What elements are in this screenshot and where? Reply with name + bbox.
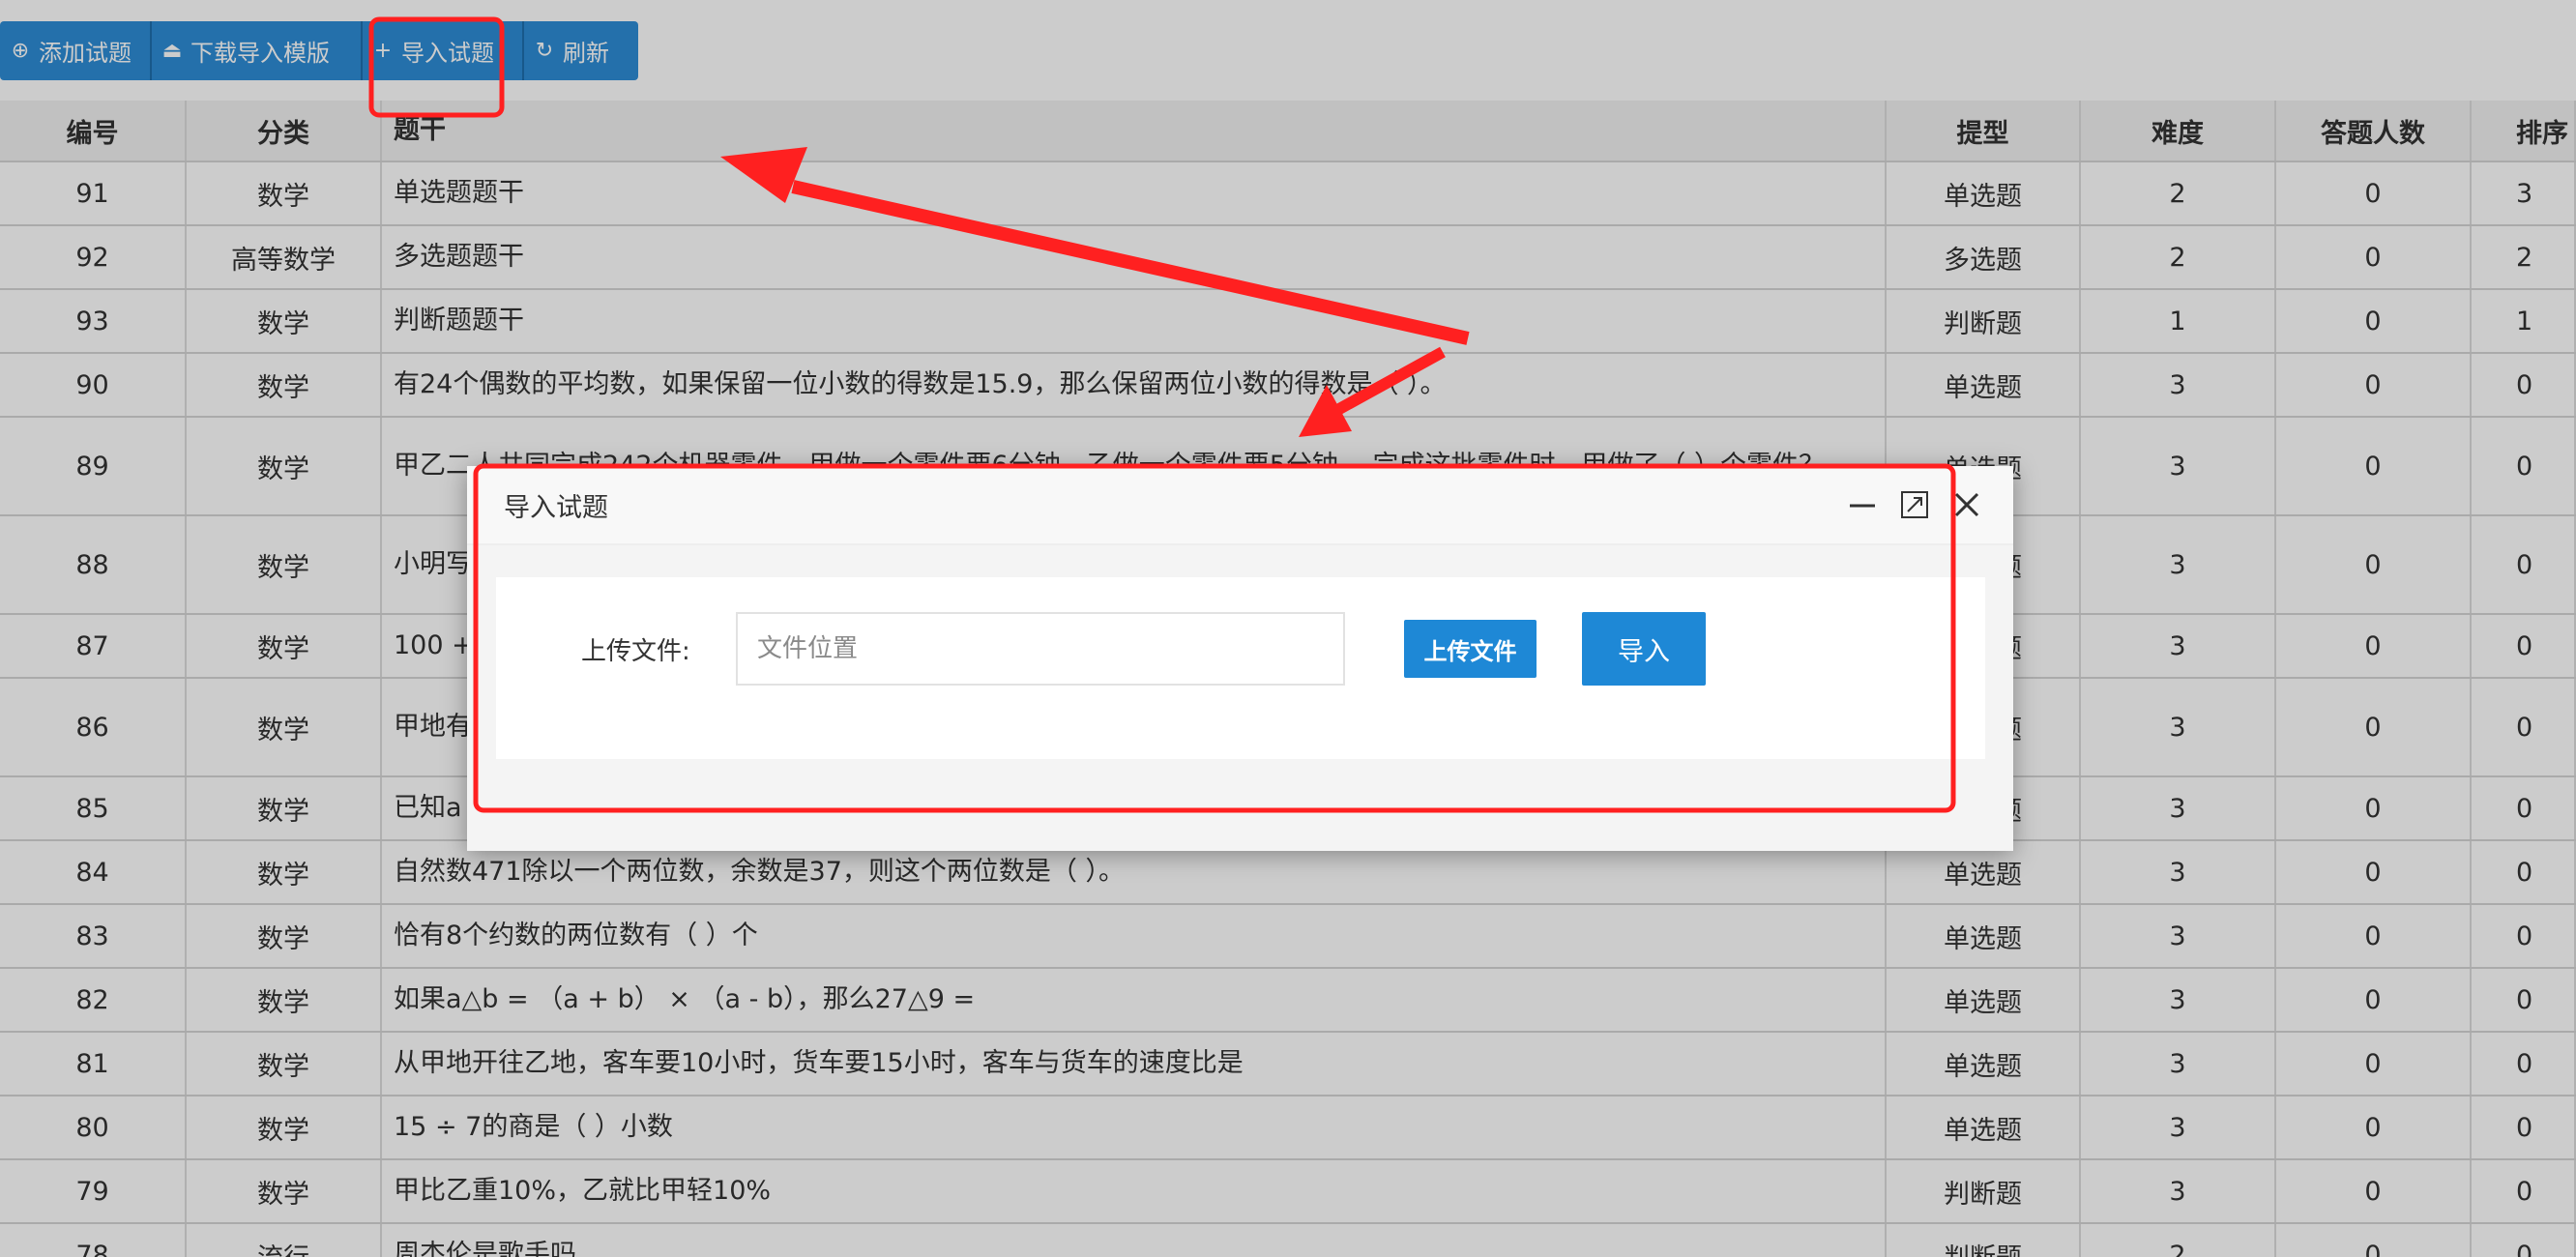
upload-file-label: 上传文件: [581,637,690,666]
import-button[interactable]: 导入 [1582,612,1706,686]
dialog-tools [1845,487,1984,522]
upload-file-button[interactable]: 上传文件 [1404,620,1537,678]
close-icon[interactable] [1949,487,1984,522]
dialog-body: 上传文件: 上传文件 导入 [496,577,1985,759]
minimize-icon[interactable] [1845,487,1880,522]
import-dialog: 导入试题 上传文件: 上传文件 导入 [467,466,2013,851]
dialog-title: 导入试题 [504,492,608,523]
maximize-icon[interactable] [1897,487,1932,522]
dialog-header: 导入试题 [467,466,2013,545]
file-path-input[interactable] [736,612,1345,686]
